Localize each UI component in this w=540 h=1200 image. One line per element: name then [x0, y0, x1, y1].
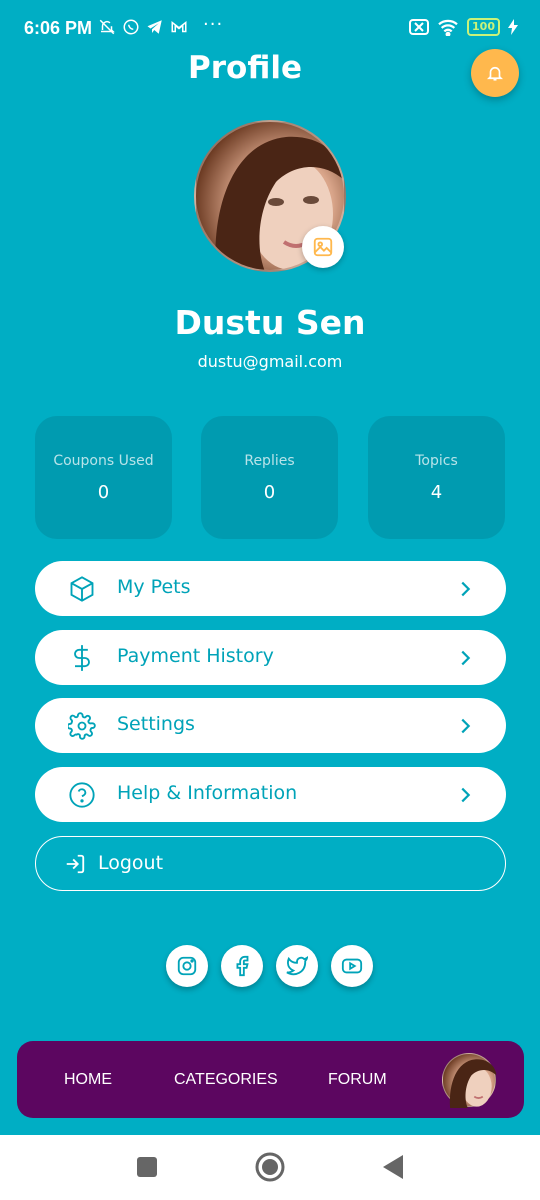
twitter-icon	[286, 955, 308, 976]
status-bar: 6:06 PM ··· 100	[0, 0, 540, 56]
notification-button[interactable]	[471, 49, 519, 97]
home-icon[interactable]	[255, 1152, 285, 1182]
chevron-right-icon	[461, 650, 471, 666]
bottom-navigation: HOME CATEGORIES FORUM	[17, 1041, 524, 1118]
facebook-button[interactable]	[221, 945, 263, 987]
stat-label: Replies	[244, 453, 295, 469]
dollar-icon	[74, 645, 90, 671]
back-icon[interactable]	[381, 1154, 405, 1180]
nav-forum[interactable]: FORUM	[328, 1071, 387, 1089]
menu-item-settings[interactable]: Settings	[35, 698, 506, 753]
menu-item-payment-history[interactable]: Payment History	[35, 630, 506, 685]
stat-label: Coupons Used	[53, 453, 154, 469]
wifi-icon	[438, 19, 458, 36]
facebook-icon	[236, 955, 249, 977]
notification-icons	[98, 18, 188, 36]
more-notifications: ···	[203, 14, 224, 35]
gmail-icon	[171, 20, 187, 33]
box-icon	[70, 576, 94, 602]
image-icon	[313, 237, 333, 257]
gear-icon	[68, 712, 96, 740]
menu-item-help[interactable]: Help & Information	[35, 767, 506, 822]
stat-value: 0	[263, 482, 276, 503]
page-title: Profile	[188, 50, 302, 86]
bell-icon	[487, 66, 503, 81]
stat-label: Topics	[415, 453, 458, 469]
sim-off-icon	[409, 19, 430, 35]
logout-button[interactable]: Logout	[35, 836, 506, 891]
nav-home[interactable]: HOME	[64, 1071, 112, 1089]
stat-card-coupons: Coupons Used 0	[35, 416, 172, 539]
whatsapp-icon	[123, 19, 139, 35]
logout-label: Logout	[98, 852, 164, 874]
chevron-right-icon	[461, 787, 471, 803]
instagram-icon	[177, 956, 197, 976]
instagram-button[interactable]	[166, 945, 208, 987]
profile-avatar-container	[194, 120, 346, 272]
nav-profile-avatar[interactable]	[442, 1053, 497, 1108]
logout-icon	[66, 854, 85, 874]
user-name: Dustu Sen	[174, 303, 366, 342]
charging-icon	[508, 19, 518, 35]
stat-value: 4	[430, 482, 443, 503]
recent-apps-icon[interactable]	[135, 1155, 159, 1179]
user-email: dustu@gmail.com	[197, 352, 343, 371]
change-photo-button[interactable]	[302, 226, 344, 268]
menu-label: Settings	[117, 713, 195, 735]
system-navigation-bar	[0, 1135, 540, 1200]
telegram-icon	[147, 20, 162, 34]
twitter-button[interactable]	[276, 945, 318, 987]
system-icons: 100	[409, 18, 518, 36]
stat-card-replies: Replies 0	[201, 416, 338, 539]
youtube-button[interactable]	[331, 945, 373, 987]
status-time: 6:06 PM	[24, 18, 93, 38]
menu-label: My Pets	[117, 576, 191, 598]
battery-indicator: 100	[467, 18, 500, 36]
menu-label: Help & Information	[117, 782, 298, 804]
stat-value: 0	[97, 482, 110, 503]
help-icon	[69, 782, 95, 808]
menu-item-my-pets[interactable]: My Pets	[35, 561, 506, 616]
stat-card-topics: Topics 4	[368, 416, 505, 539]
youtube-icon	[341, 958, 363, 974]
menu-label: Payment History	[117, 645, 274, 667]
chevron-right-icon	[461, 581, 471, 597]
mute-bell-icon	[99, 19, 115, 35]
chevron-right-icon	[461, 718, 471, 734]
nav-categories[interactable]: CATEGORIES	[174, 1071, 278, 1089]
avatar-portrait	[449, 1059, 497, 1108]
